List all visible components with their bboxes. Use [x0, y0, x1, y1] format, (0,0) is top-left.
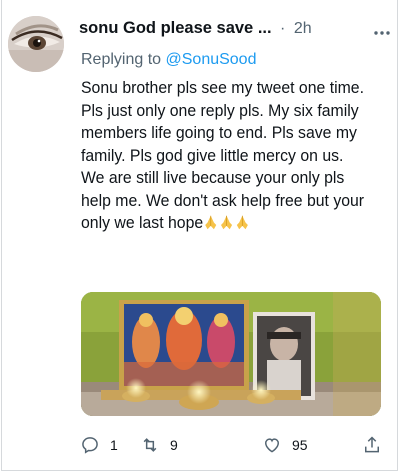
retweet-button[interactable]: 9: [140, 433, 178, 457]
tweet-card[interactable]: sonu God please save ... · 2h Replying t…: [1, 0, 398, 471]
reply-count: 1: [110, 437, 118, 453]
avatar[interactable]: [8, 16, 64, 72]
shrine-photo-image: [81, 292, 381, 416]
like-count: 95: [292, 437, 308, 453]
tweet-body: Sonu brother pls see my tweet one time. …: [81, 77, 371, 235]
tweet-actions: 1 9 95: [80, 433, 390, 461]
avatar-eye-image: [8, 16, 64, 72]
tweet-time[interactable]: 2h: [294, 20, 312, 37]
retweet-count: 9: [170, 437, 178, 453]
reply-button[interactable]: 1: [80, 433, 118, 457]
like-button[interactable]: 95: [262, 433, 308, 457]
comment-icon: [82, 437, 98, 454]
heart-icon: [264, 438, 280, 453]
replying-to: Replying to @SonuSood: [81, 51, 256, 69]
tweet-text: Sonu brother pls see my tweet one time. …: [81, 78, 365, 232]
replying-to-handle[interactable]: @SonuSood: [166, 51, 257, 68]
tweet-header: sonu God please save ... · 2h: [79, 19, 389, 43]
replying-to-label: Replying to: [81, 51, 162, 68]
share-button[interactable]: [362, 433, 382, 457]
tweet-photo[interactable]: [81, 292, 381, 416]
folded-hands-emoji: [203, 213, 250, 232]
more-horizontal-icon[interactable]: [373, 21, 391, 39]
retweet-icon: [143, 438, 157, 452]
share-icon: [365, 436, 379, 453]
separator-dot: ·: [280, 20, 286, 37]
author-name[interactable]: sonu God please save ...: [79, 19, 272, 37]
